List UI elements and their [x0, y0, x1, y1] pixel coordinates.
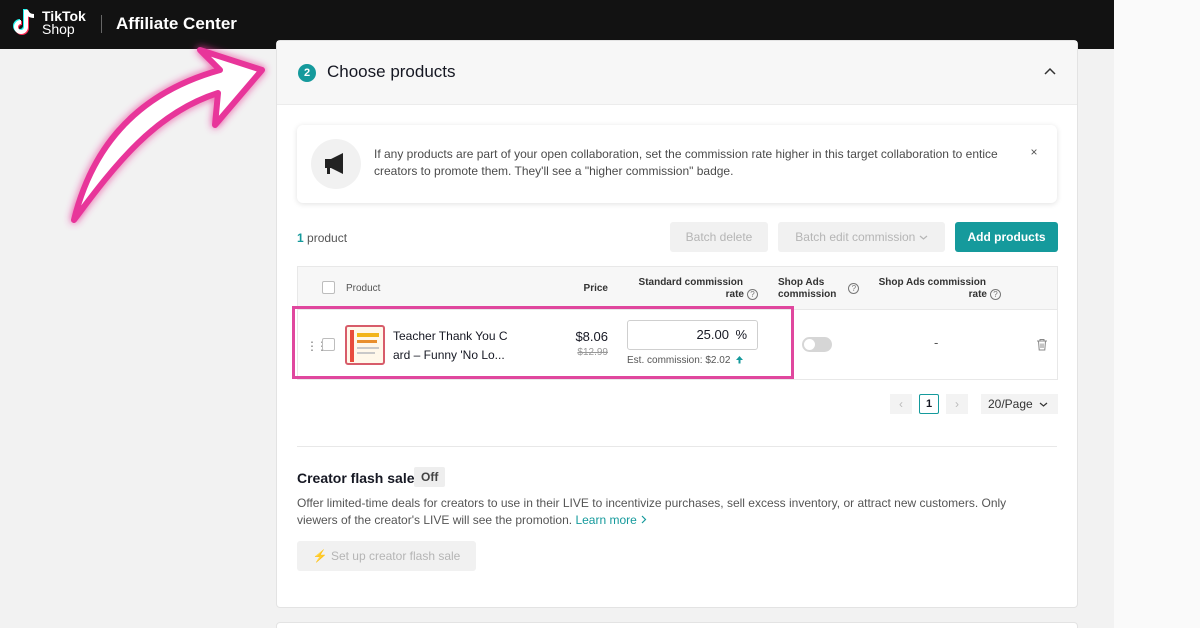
header-shop-ads-rate-line-1: Shop Ads commission — [878, 277, 986, 288]
pagination-prev-button[interactable]: ‹ — [890, 394, 912, 414]
setup-flash-sale-label: Set up creator flash sale — [330, 549, 461, 563]
chevron-right-icon — [641, 515, 647, 524]
header-standard-commission: Standard commission rate? — [628, 277, 758, 301]
section-divider — [297, 446, 1057, 447]
shop-ads-toggle[interactable] — [802, 337, 832, 352]
learn-more-link[interactable]: Learn more — [575, 513, 647, 527]
page-size-select[interactable]: 20/Page — [981, 394, 1058, 414]
add-products-button[interactable]: Add products — [955, 222, 1058, 252]
product-count: 1 product — [297, 231, 347, 245]
learn-more-label: Learn more — [575, 513, 637, 527]
product-count-number: 1 — [297, 231, 304, 245]
batch-edit-commission-button[interactable]: Batch edit commission — [778, 222, 945, 252]
next-section-card — [276, 622, 1078, 628]
section-title: Choose products — [327, 62, 456, 81]
step-number-badge: 2 — [298, 64, 316, 82]
section-header[interactable]: 2 Choose products — [277, 41, 1077, 105]
setup-flash-sale-button[interactable]: ⚡ Set up creator flash sale — [297, 541, 476, 571]
header-shop-ads-line-2: commission — [778, 289, 837, 300]
batch-edit-label: Batch edit commission — [795, 230, 916, 244]
chevron-down-icon — [919, 235, 928, 241]
header-price: Price — [583, 283, 608, 294]
header-shop-ads-rate: Shop Ads commission rate? — [873, 277, 1001, 301]
flash-sale-description: Offer limited-time deals for creators to… — [297, 495, 1037, 529]
flash-sale-status-badge: Off — [414, 467, 446, 487]
chevron-up-icon[interactable] — [1043, 66, 1057, 76]
help-icon[interactable]: ? — [747, 289, 758, 300]
select-all-checkbox[interactable] — [322, 281, 335, 294]
header-std-line-1: Standard commission — [638, 277, 743, 288]
info-notice: If any products are part of your open co… — [297, 125, 1057, 203]
header-product: Product — [346, 283, 381, 294]
header-shop-ads-commission: Shop Ads commission? — [778, 277, 868, 301]
batch-delete-button[interactable]: Batch delete — [670, 222, 768, 252]
right-gutter — [1114, 0, 1200, 628]
close-icon[interactable]: × — [1027, 145, 1041, 159]
table-header: Product Price Standard commission rate? … — [298, 267, 1057, 310]
header-shop-ads-rate-line-2: rate — [968, 289, 987, 301]
flash-sale-title: Creator flash sale — [297, 470, 415, 486]
megaphone-icon — [311, 139, 361, 189]
pink-arrow-annotation — [71, 47, 265, 223]
notice-text: If any products are part of your open co… — [374, 147, 998, 178]
pagination-next-button[interactable]: › — [946, 394, 968, 414]
trash-icon[interactable] — [1036, 338, 1048, 351]
header-std-line-2: rate — [725, 289, 744, 301]
page-size-value: 20/Page — [988, 397, 1033, 411]
chevron-down-icon — [1039, 402, 1048, 407]
flash-sale-description-text: Offer limited-time deals for creators to… — [297, 496, 1007, 527]
highlight-box — [292, 306, 794, 379]
product-count-label: product — [303, 231, 348, 245]
tiktok-note-icon — [12, 8, 38, 38]
shop-ads-rate-value: - — [934, 335, 939, 350]
lightning-icon: ⚡ — [312, 549, 328, 563]
help-icon[interactable]: ? — [848, 282, 860, 294]
help-icon[interactable]: ? — [990, 289, 1001, 300]
pagination-current-page[interactable]: 1 — [919, 394, 939, 414]
